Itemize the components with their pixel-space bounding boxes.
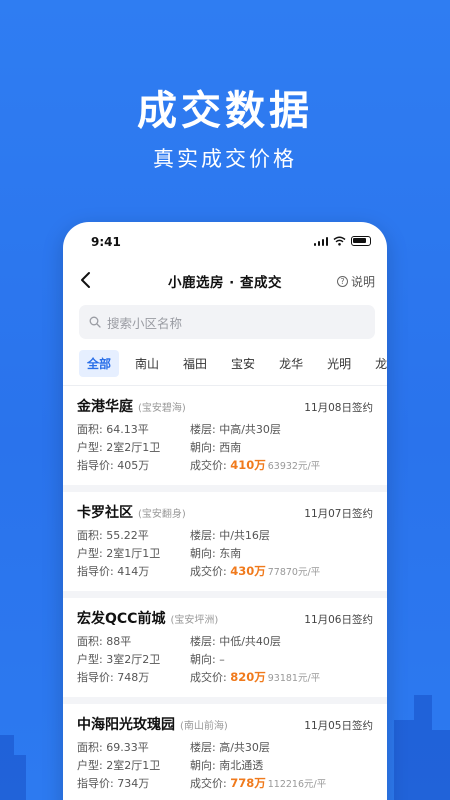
question-icon: ? (336, 276, 348, 287)
deal-price: 778万 (230, 776, 266, 790)
sign-date: 11月06日签约 (304, 614, 373, 626)
tab-longhua[interactable]: 龙华 (279, 355, 303, 372)
orientation-value: 朝向: 西南 (190, 441, 242, 454)
deal-price-row: 成交价: 778万 112216元/平 (190, 775, 373, 790)
tab-baoan[interactable]: 宝安 (231, 355, 255, 372)
floor-value: 楼层: 高/共30层 (190, 741, 270, 754)
sign-date: 11月05日签约 (304, 720, 373, 732)
battery-icon (351, 236, 371, 246)
transaction-card[interactable]: 金港华庭 (宝安碧海) 11月08日签约面积: 64.13平 楼层: 中高/共30层户… (63, 386, 387, 492)
sign-date: 11月07日签约 (304, 508, 373, 520)
transaction-card[interactable]: 宏发QCC前城 (宝安坪洲) 11月06日签约面积: 88平 楼层: 中低/共40层户… (63, 598, 387, 704)
district-tag: (宝安碧海) (138, 403, 186, 414)
transaction-card[interactable]: 中海阳光玫瑰园 (南山前海) 11月05日签约面积: 69.33平 楼层: 高/共30… (63, 704, 387, 800)
area-value: 面积: 88平 (77, 635, 132, 648)
tab-long-partial[interactable]: 龙 (375, 355, 387, 372)
layout-value: 户型: 2室1厅1卫 (77, 547, 161, 560)
guide-price: 指导价: 405万 (77, 459, 150, 472)
deal-price-label: 成交价: (190, 777, 227, 790)
community-name: 宏发QCC前城 (77, 611, 166, 627)
area-value: 面积: 64.13平 (77, 423, 149, 436)
orientation-value: 朝向: 南北通透 (190, 759, 264, 772)
cellular-signal-icon (313, 236, 328, 246)
deal-price-row: 成交价: 410万 63932元/平 (190, 457, 373, 472)
wifi-icon (333, 236, 346, 246)
area-value: 面积: 55.22平 (77, 529, 149, 542)
sign-date: 11月08日签约 (304, 402, 373, 414)
unit-price: 93181元/平 (267, 673, 321, 684)
deal-price-label: 成交价: (190, 671, 227, 684)
status-bar: 9:41 (63, 222, 387, 262)
deal-price-row: 成交价: 430万 77870元/平 (190, 563, 373, 578)
tab-all[interactable]: 全部 (79, 349, 120, 377)
district-tag: (宝安翻身) (138, 509, 186, 520)
card-header: 金港华庭 (宝安碧海) 11月08日签约 (77, 396, 373, 416)
card-details: 面积: 88平 楼层: 中低/共40层户型: 3室2厅2卫 朝向: – 指导价: 74… (77, 633, 373, 684)
phone-mockup: 9:41 小鹿选房 · 查成交 ? 说明 搜索小区名称 全部 南山 福田 宝安 … (63, 222, 387, 800)
hero-title: 成交数据 (137, 88, 313, 134)
help-button[interactable]: ? 说明 (336, 273, 375, 290)
guide-price: 指导价: 734万 (77, 777, 150, 790)
deal-price: 820万 (230, 670, 266, 684)
floor-value: 楼层: 中高/共30层 (190, 423, 281, 436)
nav-bar: 小鹿选房 · 查成交 ? 说明 (63, 262, 387, 302)
hero-subtitle: 真实成交价格 (153, 147, 297, 171)
card-header: 卡罗社区 (宝安翻身) 11月07日签约 (77, 502, 373, 522)
unit-price: 77870元/平 (267, 567, 321, 578)
deal-price-label: 成交价: (190, 459, 227, 472)
tab-futian[interactable]: 福田 (183, 355, 207, 372)
floor-value: 楼层: 中低/共40层 (190, 635, 281, 648)
status-icons (313, 236, 371, 246)
deal-price-row: 成交价: 820万 93181元/平 (190, 669, 373, 684)
district-tag: (南山前海) (180, 721, 228, 732)
search-icon (89, 316, 101, 328)
deal-price: 410万 (230, 458, 266, 472)
layout-value: 户型: 2室2厅1卫 (77, 759, 161, 772)
search-input[interactable]: 搜索小区名称 (79, 305, 375, 339)
layout-value: 户型: 2室2厅1卫 (77, 441, 161, 454)
tab-guangming[interactable]: 光明 (327, 355, 351, 372)
card-details: 面积: 69.33平 楼层: 高/共30层户型: 2室2厅1卫 朝向: 南北通透指导… (77, 739, 373, 790)
community-name: 中海阳光玫瑰园 (77, 717, 175, 733)
card-details: 面积: 55.22平 楼层: 中/共16层户型: 2室1厅1卫 朝向: 东南指导价:… (77, 527, 373, 578)
community-name: 金港华庭 (77, 399, 133, 415)
community-name: 卡罗社区 (77, 505, 133, 521)
card-details: 面积: 64.13平 楼层: 中高/共30层户型: 2室2厅1卫 朝向: 西南指导价… (77, 421, 373, 472)
unit-price: 112216元/平 (267, 779, 327, 790)
help-label: 说明 (350, 275, 375, 289)
district-tag: (宝安坪洲) (170, 615, 219, 626)
layout-value: 户型: 3室2厅2卫 (77, 653, 161, 666)
district-tabs: 全部 南山 福田 宝安 龙华 光明 龙 (63, 349, 387, 377)
guide-price: 指导价: 748万 (77, 671, 150, 684)
deal-price: 430万 (230, 564, 266, 578)
orientation-value: 朝向: 东南 (190, 547, 242, 560)
card-header: 宏发QCC前城 (宝安坪洲) 11月06日签约 (77, 608, 373, 628)
card-header: 中海阳光玫瑰园 (南山前海) 11月05日签约 (77, 714, 373, 734)
area-value: 面积: 69.33平 (77, 741, 149, 754)
tab-nanshan[interactable]: 南山 (135, 355, 159, 372)
deal-price-label: 成交价: (190, 565, 227, 578)
search-placeholder: 搜索小区名称 (107, 315, 183, 331)
status-time: 9:41 (91, 235, 121, 249)
unit-price: 63932元/平 (267, 461, 321, 472)
floor-value: 楼层: 中/共16层 (190, 529, 270, 542)
orientation-value: 朝向: – (190, 653, 225, 666)
transaction-card[interactable]: 卡罗社区 (宝安翻身) 11月07日签约面积: 55.22平 楼层: 中/共16层户型… (63, 492, 387, 598)
guide-price: 指导价: 414万 (77, 565, 150, 578)
transaction-list: 金港华庭 (宝安碧海) 11月08日签约面积: 64.13平 楼层: 中高/共30层户… (63, 386, 387, 800)
